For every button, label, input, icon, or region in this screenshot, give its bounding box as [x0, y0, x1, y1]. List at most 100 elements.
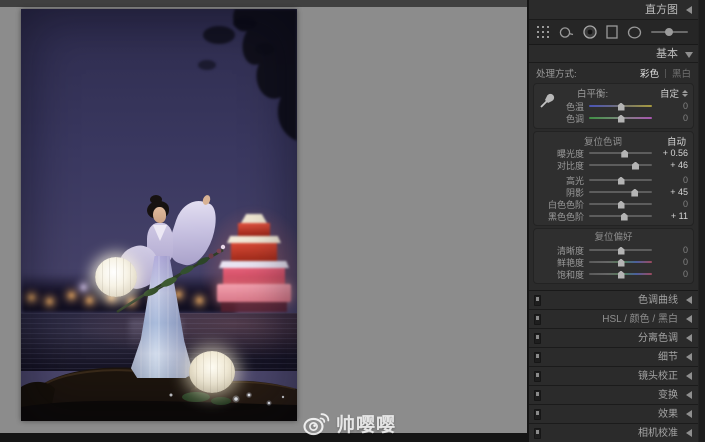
slider-knob[interactable]	[618, 103, 625, 111]
panel-toggle-switch-icon[interactable]	[534, 352, 541, 363]
slider-value: + 11	[655, 211, 688, 221]
panel-toggle-switch-icon[interactable]	[534, 295, 541, 306]
treatment-bw-option[interactable]: 黑白	[672, 66, 691, 80]
panel-label: 效果	[658, 409, 678, 420]
panel-label: 相机校准	[638, 428, 678, 439]
red-eye-icon[interactable]	[583, 25, 597, 39]
slider-track[interactable]	[589, 270, 652, 279]
slider-value: 0	[655, 175, 688, 185]
presence-group: 复位偏好 清晰度 0 鲜艳度	[533, 228, 694, 284]
slider-track[interactable]	[589, 149, 652, 158]
slider-saturation: 饱和度 0	[539, 268, 688, 280]
wb-preset-value: 自定	[660, 86, 679, 100]
crop-overlay-icon[interactable]	[537, 26, 550, 39]
spot-removal-icon[interactable]	[559, 26, 574, 39]
slider-temp: 色温 0	[563, 100, 688, 112]
slider-knob[interactable]	[631, 189, 638, 197]
slider-shadows: 阴影 + 45	[539, 186, 688, 198]
divider	[665, 69, 666, 78]
slider-blacks: 黑色色阶 + 11	[539, 210, 688, 222]
slider-track[interactable]	[589, 258, 652, 267]
slider-knob[interactable]	[632, 162, 639, 170]
wb-eyedropper-icon[interactable]	[538, 90, 558, 110]
slider-track[interactable]	[589, 188, 652, 197]
collapse-arrow-icon	[686, 372, 692, 380]
panel-label: 色调曲线	[638, 295, 678, 306]
slider-vibrance: 鲜艳度 0	[539, 256, 688, 268]
collapse-arrow-icon	[686, 410, 692, 418]
slider-track[interactable]	[589, 161, 652, 170]
auto-tone-button[interactable]: 自动	[667, 134, 688, 148]
panel-header-tone-curve[interactable]: 色调曲线	[529, 291, 698, 310]
collapse-arrow-icon	[686, 334, 692, 342]
panel-label: 变换	[658, 390, 678, 401]
panel-label: 细节	[658, 352, 678, 363]
panel-toggle-switch-icon[interactable]	[534, 314, 541, 325]
panel-toggle-switch-icon[interactable]	[534, 428, 541, 439]
slider-track[interactable]	[589, 212, 652, 221]
slider-value: 0	[655, 257, 688, 267]
slider-exposure: 曝光度 + 0.56	[539, 147, 688, 159]
slider-track[interactable]	[589, 200, 652, 209]
tone-reset-label[interactable]: 复位色调	[539, 134, 667, 148]
panel-header-lens-corrections[interactable]: 镜头校正	[529, 367, 698, 386]
slider-knob[interactable]	[618, 259, 625, 267]
panel-header-hsl-color-bw[interactable]: HSL / 颜色 / 黑白	[529, 310, 698, 329]
panel-header-split-toning[interactable]: 分离色调	[529, 329, 698, 348]
panel-header-basic[interactable]: 基本	[529, 45, 698, 63]
slider-knob[interactable]	[621, 150, 628, 158]
photo-canvas[interactable]	[21, 9, 297, 421]
watermark-text: 帅嘤嘤	[336, 410, 396, 437]
slider-value: + 45	[655, 187, 688, 197]
slider-knob[interactable]	[618, 247, 625, 255]
panel-header-detail[interactable]: 细节	[529, 348, 698, 367]
adjustment-brush-icon[interactable]	[651, 27, 690, 37]
collapse-arrow-icon	[686, 391, 692, 399]
slider-value: 0	[655, 199, 688, 209]
panel-header-effects[interactable]: 效果	[529, 405, 698, 424]
panel-toggle-switch-icon[interactable]	[534, 371, 541, 382]
slider-knob[interactable]	[618, 201, 625, 209]
slider-track[interactable]	[589, 102, 652, 111]
graduated-filter-icon[interactable]	[606, 25, 618, 39]
slider-tint: 色调 0	[563, 112, 688, 124]
collapse-arrow-icon	[686, 429, 692, 437]
photo-tree-silhouette	[185, 9, 297, 171]
slider-knob[interactable]	[618, 177, 625, 185]
slider-label: 黑色色阶	[539, 210, 589, 223]
slider-value: 0	[655, 113, 688, 123]
slider-track[interactable]	[589, 176, 652, 185]
slider-label: 对比度	[539, 159, 589, 172]
panel-header-histogram[interactable]: 直方图	[529, 0, 698, 20]
top-strip	[0, 0, 527, 7]
watermark: 帅嘤嘤	[303, 408, 396, 438]
updown-arrows-icon	[682, 90, 688, 97]
panel-toggle-switch-icon[interactable]	[534, 409, 541, 420]
panel-scrollbar[interactable]	[698, 0, 705, 442]
presence-reset-label[interactable]: 复位偏好	[539, 231, 688, 244]
slider-knob[interactable]	[618, 115, 625, 123]
treatment-color-option[interactable]: 彩色	[640, 66, 659, 80]
slider-value: 0	[655, 269, 688, 279]
panel-toggle-switch-icon[interactable]	[534, 333, 541, 344]
slider-whites: 白色色阶 0	[539, 198, 688, 210]
radial-filter-icon[interactable]	[627, 26, 642, 39]
slider-knob[interactable]	[618, 271, 625, 279]
panel-label: 镜头校正	[638, 371, 678, 382]
slider-track[interactable]	[589, 114, 652, 123]
slider-value: 0	[655, 101, 688, 111]
figure-face	[153, 207, 166, 223]
slider-label: 色调	[563, 112, 589, 125]
panel-header-transform[interactable]: 变换	[529, 386, 698, 405]
panel-label: 分离色调	[638, 333, 678, 344]
tool-strip	[529, 20, 698, 45]
histogram-title: 直方图	[645, 4, 678, 16]
slider-track[interactable]	[589, 246, 652, 255]
treatment-label: 处理方式:	[536, 66, 577, 80]
panel-header-camera-calibration[interactable]: 相机校准	[529, 424, 698, 442]
slider-highlights: 高光 0	[539, 174, 688, 186]
slider-knob[interactable]	[621, 213, 628, 221]
panel-toggle-switch-icon[interactable]	[534, 390, 541, 401]
bottom-strip	[0, 433, 527, 442]
wb-preset-select[interactable]: 自定	[660, 86, 688, 100]
